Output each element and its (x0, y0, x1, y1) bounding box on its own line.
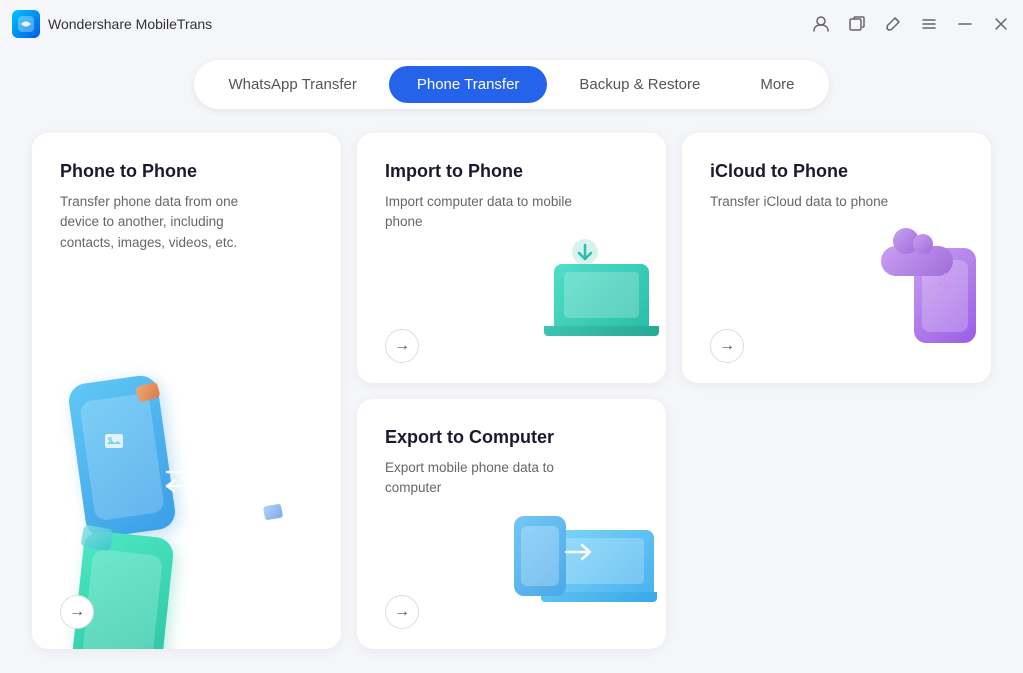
icloud-illustration (841, 223, 981, 343)
titlebar-controls (811, 14, 1011, 34)
main-content: Phone to Phone Transfer phone data from … (0, 125, 1023, 673)
phone-to-phone-illustration (60, 253, 313, 629)
app-title: Wondershare MobileTrans (48, 16, 212, 32)
card-export-arrow[interactable]: → (385, 595, 419, 629)
card-phone-to-phone-arrow[interactable]: → (60, 595, 94, 629)
tab-whatsapp[interactable]: WhatsApp Transfer (200, 66, 384, 103)
profile-icon[interactable] (811, 14, 831, 34)
app-icon (12, 10, 40, 38)
tab-phone[interactable]: Phone Transfer (389, 66, 548, 103)
card-import-to-phone[interactable]: Import to Phone Import computer data to … (357, 133, 666, 383)
edit-icon[interactable] (883, 14, 903, 34)
card-icloud-to-phone[interactable]: iCloud to Phone Transfer iCloud data to … (682, 133, 991, 383)
card-import-title: Import to Phone (385, 161, 638, 182)
export-illustration (514, 489, 654, 604)
phone-back-shape (66, 373, 177, 539)
deco-image-icon (105, 434, 123, 448)
tab-more[interactable]: More (732, 66, 822, 103)
close-icon[interactable] (991, 14, 1011, 34)
menu-icon[interactable] (919, 14, 939, 34)
phone-front-shape (69, 530, 175, 649)
card-icloud-desc: Transfer iCloud data to phone (710, 192, 930, 212)
tab-backup[interactable]: Backup & Restore (551, 66, 728, 103)
card-export-to-computer[interactable]: Export to Computer Export mobile phone d… (357, 399, 666, 649)
card-export-title: Export to Computer (385, 427, 638, 448)
card-phone-to-phone-title: Phone to Phone (60, 161, 313, 182)
deco-blue-small (262, 504, 282, 521)
nav-tab-container: WhatsApp Transfer Phone Transfer Backup … (194, 60, 828, 109)
card-import-arrow[interactable]: → (385, 329, 419, 363)
card-import-desc: Import computer data to mobile phone (385, 192, 605, 233)
card-phone-to-phone[interactable]: Phone to Phone Transfer phone data from … (32, 133, 341, 649)
card-icloud-title: iCloud to Phone (710, 161, 963, 182)
minimize-icon[interactable] (955, 14, 975, 34)
titlebar-left: Wondershare MobileTrans (12, 10, 212, 38)
window-icon[interactable] (847, 14, 867, 34)
card-icloud-arrow[interactable]: → (710, 329, 744, 363)
phones-arrows (162, 464, 212, 494)
nav-bar: WhatsApp Transfer Phone Transfer Backup … (0, 48, 1023, 125)
card-phone-to-phone-desc: Transfer phone data from one device to a… (60, 192, 280, 253)
import-illustration (524, 228, 654, 338)
titlebar: Wondershare MobileTrans (0, 0, 1023, 48)
